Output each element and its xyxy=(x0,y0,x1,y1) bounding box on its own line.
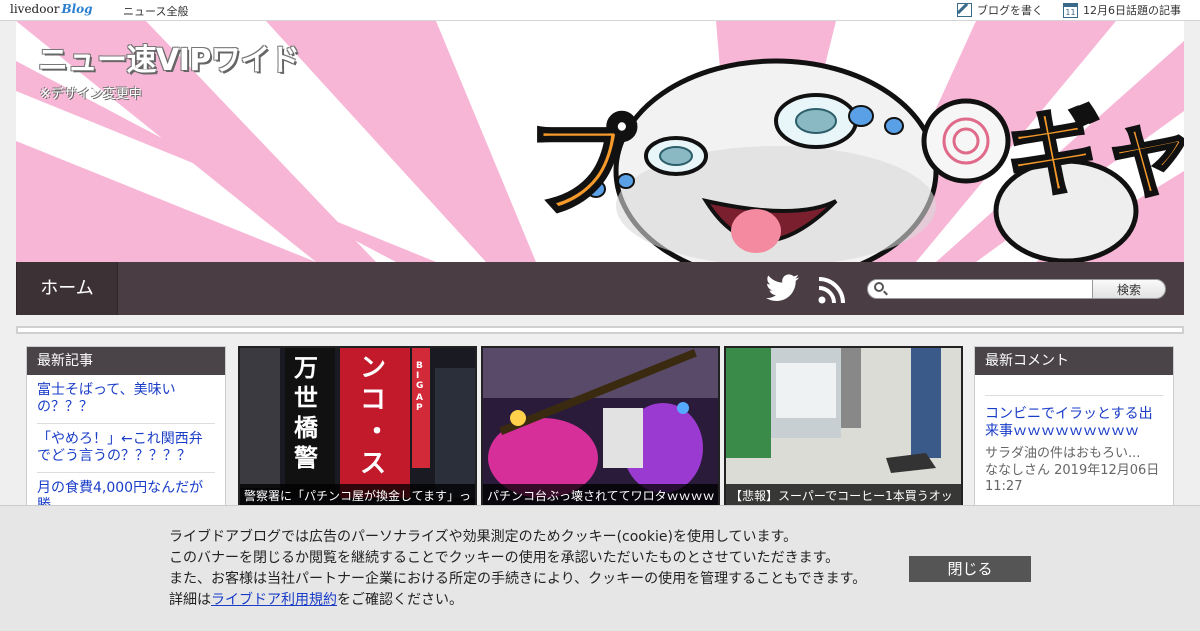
search-box: 検索 xyxy=(867,279,1166,299)
site-title[interactable]: ニュー速VIPワイド xyxy=(38,35,300,79)
header-banner[interactable]: プ ギャ ニュー速VIPワイド ※デザイン変更中 xyxy=(16,21,1184,262)
logo-blog-text: Blog xyxy=(61,2,93,16)
trending-label: 12月6日話題の記事 xyxy=(1083,4,1181,17)
featured-article-1[interactable]: 万世橋警 ンコ・ス BIGAP 警察署に「パチンコ屋が換金してます」っ xyxy=(238,346,477,516)
comment-excerpt: サラダ油の件はおもろい... xyxy=(985,446,1141,461)
top-bar: livedoor Blog ニュース全般 ブログを書く 11 12月6日話題の記事 xyxy=(0,0,1200,21)
comment-meta: ななしさん 2019年12月06日 11:27 xyxy=(985,463,1160,494)
edit-icon xyxy=(957,3,972,17)
featured-article-3[interactable]: 【悲報】スーパーでコーヒー1本買うオッ xyxy=(724,346,963,516)
search-icon xyxy=(874,282,884,292)
banner-katakana-right: ギャ xyxy=(1006,99,1184,209)
twitter-icon[interactable] xyxy=(766,274,800,302)
cookie-close-button[interactable]: 閉じる xyxy=(909,556,1031,582)
cookie-line: ライブドアブログでは広告のパーソナライズや効果測定のためクッキー(cookie)… xyxy=(169,529,798,545)
calendar-icon: 11 xyxy=(1063,2,1078,18)
cookie-line: このバナーを閉じるか閲覧を継続することでクッキーの使用を承認いただいたものとさせ… xyxy=(169,550,840,566)
write-blog-link[interactable]: ブログを書く xyxy=(957,2,1043,18)
latest-comments-widget: 最新コメント コンビニでイラッとする出来事ｗｗｗｗｗｗｗｗｗ サラダ油の件はおも… xyxy=(974,346,1174,526)
apple-sign: BIGAP xyxy=(416,361,423,413)
banner-katakana-left: プ xyxy=(526,104,636,232)
cookie-line: 詳細はライブドア利用規約をご確認ください。 xyxy=(169,590,866,611)
article-link[interactable]: 「やめろ！」←これ関西弁でどう言うの？？？？？ xyxy=(37,424,215,473)
article-link[interactable]: 富士そばって、美味いの？？？ xyxy=(37,375,215,424)
search-input[interactable] xyxy=(888,281,1092,298)
livedoor-blog-logo[interactable]: livedoor Blog xyxy=(10,2,93,16)
search-button[interactable]: 検索 xyxy=(1092,279,1166,299)
site-subtitle: ※デザイン変更中 xyxy=(40,87,142,102)
featured-article-2[interactable]: パチンコ台ぶっ壊されててワロタｗｗｗｗ xyxy=(481,346,720,516)
nav-home[interactable]: ホーム xyxy=(16,262,118,315)
logo-text: livedoor xyxy=(10,2,60,16)
terms-link[interactable]: ライブドア利用規約 xyxy=(211,592,337,608)
nav-bar: ホーム 検索 xyxy=(16,262,1184,315)
write-blog-label: ブログを書く xyxy=(977,4,1043,17)
comment-article-link[interactable]: コンビニでイラッとする出来事ｗｗｗｗｗｗｗｗｗ xyxy=(985,395,1163,440)
content-divider xyxy=(16,326,1184,334)
cookie-text: ライブドアブログでは広告のパーソナライズや効果測定のためクッキー(cookie)… xyxy=(169,527,866,611)
cookie-details-prefix: 詳細は xyxy=(169,592,211,608)
cookie-line: また、お客様は当社パートナー企業における所定の手続きにより、クッキーの使用を管理… xyxy=(169,571,867,587)
all-news-link[interactable]: ニュース全般 xyxy=(123,3,188,19)
latest-articles-widget: 最新記事 富士そばって、美味いの？？？ 「やめろ！」←これ関西弁でどう言うの？？… xyxy=(26,346,226,526)
rss-icon[interactable] xyxy=(818,276,846,304)
cookie-banner: ライブドアブログでは広告のパーソナライズや効果測定のためクッキー(cookie)… xyxy=(0,505,1200,631)
cookie-details-suffix: をご確認ください。 xyxy=(337,592,463,608)
trending-link[interactable]: 11 12月6日話題の記事 xyxy=(1063,2,1181,18)
latest-comments-heading: 最新コメント xyxy=(975,347,1173,375)
latest-articles-heading: 最新記事 xyxy=(27,347,225,375)
